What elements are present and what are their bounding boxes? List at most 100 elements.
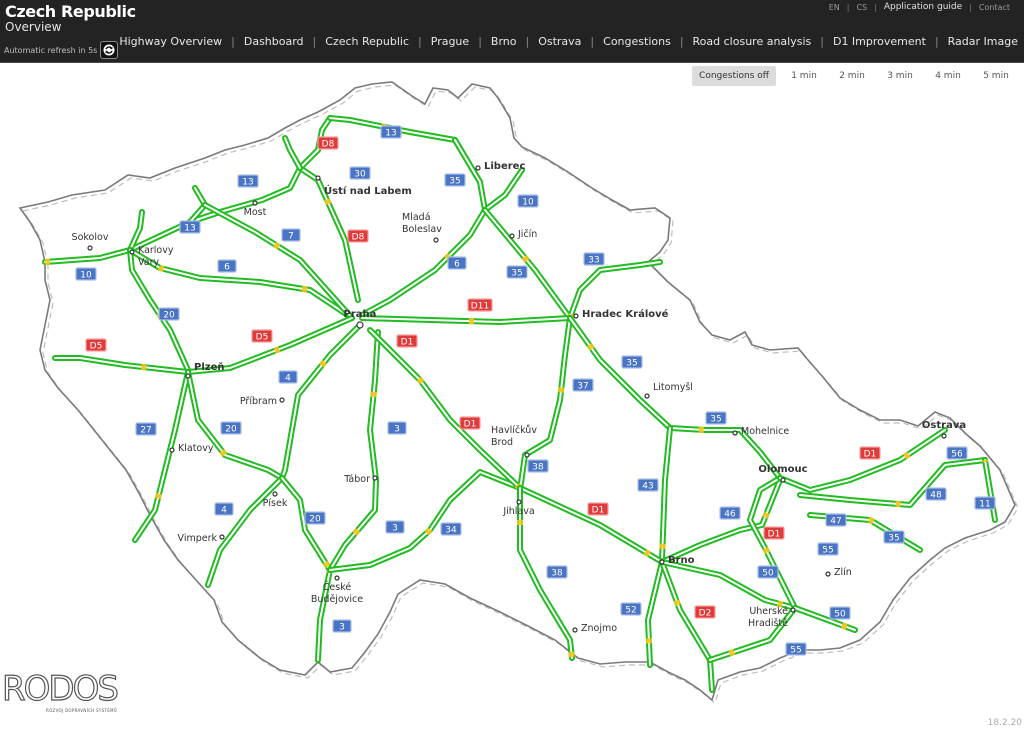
motorway-badge-d11[interactable]: D11 bbox=[467, 298, 493, 312]
city-dot bbox=[433, 237, 439, 243]
city-dot bbox=[644, 393, 650, 399]
motorway-badge-d5[interactable]: D5 bbox=[251, 329, 273, 343]
badge-label: 35 bbox=[888, 534, 899, 544]
logo-text: RODOS bbox=[2, 669, 117, 709]
road-segment[interactable] bbox=[482, 207, 573, 321]
motorway-badge-d1[interactable]: D1 bbox=[396, 334, 418, 348]
road-segment[interactable] bbox=[367, 327, 665, 565]
road-segment[interactable] bbox=[327, 329, 381, 573]
road-segment[interactable] bbox=[982, 457, 998, 523]
badge-label: D8 bbox=[322, 140, 335, 150]
road-segment[interactable] bbox=[777, 427, 948, 494]
nav-prague[interactable]: Prague bbox=[431, 35, 469, 48]
road-badge-48[interactable]: 48 bbox=[925, 487, 947, 501]
nav-congestions[interactable]: Congestions bbox=[603, 35, 671, 48]
motorway-badge-d8[interactable]: D8 bbox=[317, 136, 339, 150]
road-badge-7[interactable]: 7 bbox=[281, 228, 301, 242]
road-badge-35[interactable]: 35 bbox=[621, 355, 643, 369]
road-badge-6[interactable]: 6 bbox=[447, 256, 467, 270]
road-segment[interactable] bbox=[52, 355, 191, 375]
road-badge-52[interactable]: 52 bbox=[620, 602, 642, 616]
road-badge-13[interactable]: 13 bbox=[237, 174, 259, 188]
road-badge-56[interactable]: 56 bbox=[946, 446, 968, 460]
city-label: Praha bbox=[344, 309, 377, 320]
road-segment[interactable] bbox=[327, 468, 523, 573]
traffic-map[interactable]: Praha Liberec Ústí nad Labem Hradec Králové… bbox=[0, 62, 1024, 722]
road-badge-3[interactable]: 3 bbox=[385, 520, 405, 534]
road-badge-10[interactable]: 10 bbox=[75, 267, 97, 281]
road-segment[interactable] bbox=[279, 322, 363, 481]
lang-cs-link[interactable]: CS bbox=[856, 3, 867, 12]
road-badge-50[interactable]: 50 bbox=[757, 565, 779, 579]
city-dot bbox=[372, 475, 378, 481]
road-badge-4[interactable]: 4 bbox=[278, 370, 298, 384]
city-jihlava: Jihlava bbox=[502, 499, 535, 517]
road-badge-35[interactable]: 35 bbox=[506, 265, 528, 279]
nav-radar-image[interactable]: Radar Image bbox=[948, 35, 1018, 48]
road-segment[interactable] bbox=[132, 369, 191, 543]
road-badge-13[interactable]: 13 bbox=[380, 125, 402, 139]
motorway-badge-d8[interactable]: D8 bbox=[347, 229, 369, 243]
road-badge-20[interactable]: 20 bbox=[158, 307, 180, 321]
road-badge-11[interactable]: 11 bbox=[974, 496, 996, 510]
road-badge-3[interactable]: 3 bbox=[332, 619, 352, 633]
road-badge-35[interactable]: 35 bbox=[705, 411, 727, 425]
road-segment[interactable] bbox=[567, 315, 783, 481]
nav-d1-improvement[interactable]: D1 Improvement bbox=[833, 35, 926, 48]
motorway-badge-d1[interactable]: D1 bbox=[763, 526, 785, 540]
road-badge-27[interactable]: 27 bbox=[135, 422, 157, 436]
road-badge-37[interactable]: 37 bbox=[572, 378, 594, 392]
application-guide-link[interactable]: Application guide bbox=[884, 2, 962, 12]
lang-en-link[interactable]: EN bbox=[829, 3, 840, 12]
road-segment[interactable] bbox=[707, 475, 799, 663]
road-badge-55[interactable]: 55 bbox=[817, 542, 839, 556]
road-segment[interactable] bbox=[205, 475, 285, 588]
motorway-badge-d1[interactable]: D1 bbox=[859, 446, 881, 460]
road-badge-50[interactable]: 50 bbox=[829, 606, 851, 620]
motorway-badge-d2[interactable]: D2 bbox=[694, 605, 716, 619]
road-badge-38[interactable]: 38 bbox=[546, 565, 568, 579]
badge-label: D8 bbox=[352, 233, 365, 243]
road-badge-47[interactable]: 47 bbox=[825, 513, 847, 527]
city-label: Mladá bbox=[402, 212, 431, 223]
road-badge-20[interactable]: 20 bbox=[220, 421, 242, 435]
road-badge-30[interactable]: 30 bbox=[349, 166, 371, 180]
road-badge-46[interactable]: 46 bbox=[719, 506, 741, 520]
road-badge-3[interactable]: 3 bbox=[387, 421, 407, 435]
road-badge-38[interactable]: 38 bbox=[527, 459, 549, 473]
contact-link[interactable]: Contact bbox=[979, 3, 1010, 12]
nav-road-closure-analysis[interactable]: Road closure analysis bbox=[693, 35, 812, 48]
road-badge-13[interactable]: 13 bbox=[179, 220, 201, 234]
road-badge-6[interactable]: 6 bbox=[217, 259, 237, 273]
nav-czech-republic[interactable]: Czech Republic bbox=[325, 35, 409, 48]
road-badge-34[interactable]: 34 bbox=[440, 522, 462, 536]
road-badge-55[interactable]: 55 bbox=[785, 642, 807, 656]
road-badge-4[interactable]: 4 bbox=[214, 502, 234, 516]
refresh-button[interactable] bbox=[100, 41, 119, 59]
road-badge-35[interactable]: 35 bbox=[444, 173, 466, 187]
road-segment[interactable] bbox=[659, 425, 673, 563]
motorway-badge-d1[interactable]: D1 bbox=[459, 416, 481, 430]
utility-links: EN | CS | Application guide | Contact bbox=[829, 2, 1010, 12]
road-badge-43[interactable]: 43 bbox=[637, 478, 659, 492]
motorway-badge-d1[interactable]: D1 bbox=[587, 502, 609, 516]
road-badge-33[interactable]: 33 bbox=[583, 252, 605, 266]
nav-brno[interactable]: Brno bbox=[491, 35, 517, 48]
nav-highway-overview[interactable]: Highway Overview bbox=[119, 35, 222, 48]
nav-ostrava[interactable]: Ostrava bbox=[538, 35, 581, 48]
road-segment[interactable] bbox=[482, 167, 525, 213]
nav-dashboard[interactable]: Dashboard bbox=[244, 35, 304, 48]
road-segment[interactable] bbox=[282, 135, 303, 171]
city-praha: Praha bbox=[344, 309, 377, 329]
road-segment[interactable] bbox=[659, 559, 715, 693]
badge-label: D1 bbox=[592, 506, 605, 516]
city-t-bor: Tábor bbox=[343, 474, 378, 485]
road-badge-10[interactable]: 10 bbox=[517, 194, 539, 208]
border-dashed-outline bbox=[21, 84, 1019, 705]
road-segment[interactable] bbox=[644, 559, 665, 668]
road-badge-20[interactable]: 20 bbox=[304, 511, 326, 525]
motorway-badge-d5[interactable]: D5 bbox=[85, 338, 107, 352]
separator: | bbox=[418, 35, 422, 48]
road-badge-35[interactable]: 35 bbox=[883, 530, 905, 544]
road-segment[interactable] bbox=[359, 315, 573, 326]
